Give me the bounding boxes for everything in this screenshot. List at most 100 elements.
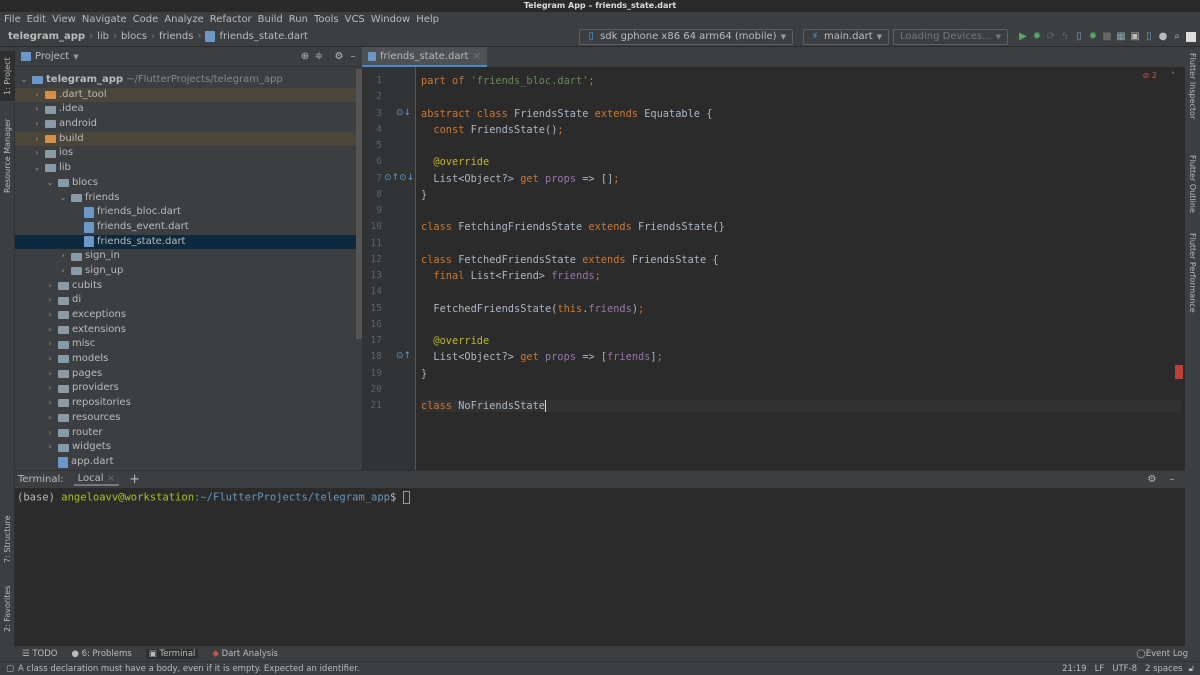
sdk-manager-icon[interactable]: ▦: [1116, 31, 1126, 42]
tab-friends-state[interactable]: friends_state.dart ×: [362, 47, 487, 67]
override-icon[interactable]: ⊙↑: [396, 351, 411, 361]
tree-item[interactable]: › pages: [15, 367, 362, 382]
tree-item[interactable]: ⌄ blocs: [15, 176, 362, 191]
chevron-down-icon[interactable]: ⌄: [58, 191, 68, 206]
tree-item[interactable]: › resources: [15, 411, 362, 426]
tab-project[interactable]: 1: Project: [0, 51, 15, 101]
tree-item[interactable]: › .idea: [15, 102, 362, 117]
chevron-right-icon[interactable]: ›: [45, 381, 55, 396]
tree-item[interactable]: › sign_in: [15, 249, 362, 264]
tree-item[interactable]: › widgets: [15, 440, 362, 455]
chevron-right-icon[interactable]: ›: [58, 264, 68, 279]
hide-icon[interactable]: –: [348, 51, 358, 62]
close-icon[interactable]: ×: [472, 51, 480, 62]
add-tab-icon[interactable]: +: [129, 472, 140, 487]
chevron-right-icon[interactable]: ›: [32, 132, 42, 147]
tree-item[interactable]: › .dart_tool: [15, 87, 362, 103]
run-icon[interactable]: ▶: [1018, 31, 1028, 42]
chevron-down-icon[interactable]: ⌄: [32, 161, 42, 176]
tree-item[interactable]: › providers: [15, 381, 362, 396]
tree-item[interactable]: app.dart: [15, 455, 362, 470]
tab-resource-manager[interactable]: Resource Manager: [0, 111, 15, 201]
chevron-right-icon[interactable]: ›: [45, 440, 55, 455]
tab-favorites[interactable]: 2: Favorites: [0, 579, 15, 639]
breadcrumb-item[interactable]: telegram_app: [8, 31, 85, 42]
tab-flutter-performance[interactable]: Flutter Performance: [1185, 233, 1200, 313]
chevron-right-icon[interactable]: ›: [45, 352, 55, 367]
code-line[interactable]: const FriendsState();: [421, 124, 563, 136]
breadcrumb-item[interactable]: blocs: [121, 31, 147, 42]
tree-item[interactable]: ⌄ telegram_app ~/FlutterProjects/telegram_…: [15, 73, 362, 88]
chevron-right-icon[interactable]: ›: [45, 411, 55, 426]
code-line[interactable]: abstract class FriendsState extends Equa…: [421, 108, 712, 120]
menu-file[interactable]: File: [4, 12, 21, 27]
chevron-right-icon[interactable]: ›: [58, 249, 68, 264]
code-line[interactable]: class NoFriendsState: [421, 400, 1181, 412]
hot-reload-icon[interactable]: ϟ: [1060, 31, 1070, 42]
tab-structure[interactable]: 7: Structure: [0, 509, 15, 569]
avatar[interactable]: [1186, 31, 1196, 42]
code-line[interactable]: class FetchingFriendsState extends Frien…: [421, 221, 725, 233]
code-line[interactable]: final List<Friend> friends;: [421, 270, 600, 282]
code-line[interactable]: }: [421, 189, 427, 201]
chevron-down-icon[interactable]: ⌄: [19, 73, 29, 88]
event-log-button[interactable]: ◯Event Log: [1136, 649, 1188, 659]
tab-local[interactable]: Local ×: [73, 473, 120, 486]
tree-item[interactable]: › extensions: [15, 323, 362, 338]
breadcrumb-item[interactable]: lib: [97, 31, 109, 42]
gear-icon[interactable]: ⚙: [1147, 474, 1157, 485]
device-selector[interactable]: ▯ sdk gphone x86 64 arm64 (mobile) ▼: [579, 28, 793, 45]
hide-icon[interactable]: –: [1167, 474, 1177, 485]
chevron-right-icon[interactable]: ›: [45, 279, 55, 294]
structure-icon[interactable]: ●: [1158, 31, 1168, 42]
chevron-right-icon[interactable]: ›: [45, 396, 55, 411]
tab-dart-analysis[interactable]: ◆ Dart Analysis: [212, 649, 278, 659]
chevron-right-icon[interactable]: ›: [45, 293, 55, 308]
menu-run[interactable]: Run: [289, 12, 308, 27]
menu-view[interactable]: View: [52, 12, 76, 27]
search-icon[interactable]: ⌕: [1172, 31, 1182, 42]
avd-manager-icon[interactable]: ▯: [1144, 31, 1154, 42]
menu-tools[interactable]: Tools: [314, 12, 339, 27]
chevron-right-icon[interactable]: ›: [32, 117, 42, 132]
tree-item[interactable]: friends_bloc.dart: [15, 205, 362, 220]
encoding[interactable]: UTF-8: [1112, 664, 1137, 674]
device-manager-icon[interactable]: ▯: [1074, 31, 1084, 42]
tree-item[interactable]: › ios: [15, 146, 362, 161]
collapse-all-icon[interactable]: ≑: [314, 51, 324, 62]
breadcrumb-item[interactable]: friends: [159, 31, 193, 42]
chevron-right-icon[interactable]: ›: [45, 426, 55, 441]
tree-item[interactable]: › di: [15, 293, 362, 308]
tab-problems[interactable]: ● 6: Problems: [71, 649, 131, 659]
debug-icon[interactable]: ✹: [1032, 31, 1042, 42]
code-line[interactable]: FetchedFriendsState(this.friends);: [421, 303, 644, 315]
line-separator[interactable]: LF: [1095, 664, 1105, 674]
gear-icon[interactable]: ⚙: [334, 51, 344, 62]
tree-item[interactable]: › build: [15, 131, 362, 147]
terminal-prompt[interactable]: (base) angeloavv@workstation:~/FlutterPr…: [15, 488, 1185, 507]
terminal-icon[interactable]: ▣: [1130, 31, 1140, 42]
tree-item[interactable]: › repositories: [15, 396, 362, 411]
menu-code[interactable]: Code: [133, 12, 159, 27]
code-line[interactable]: }: [421, 368, 427, 380]
menu-navigate[interactable]: Navigate: [82, 12, 127, 27]
chevron-right-icon[interactable]: ›: [32, 102, 42, 117]
menu-build[interactable]: Build: [258, 12, 283, 27]
locate-icon[interactable]: ⊕: [300, 51, 310, 62]
chevron-right-icon[interactable]: ›: [45, 337, 55, 352]
error-stripe-marker[interactable]: [1175, 365, 1183, 379]
devices-selector[interactable]: Loading Devices... ▼: [893, 28, 1008, 45]
run-config-selector[interactable]: ⚡ main.dart ▼: [802, 28, 890, 45]
chevron-right-icon[interactable]: ›: [45, 323, 55, 338]
menu-window[interactable]: Window: [371, 12, 410, 27]
code-line[interactable]: part of 'friends_bloc.dart';: [421, 75, 595, 87]
tab-todo[interactable]: ☰ TODO: [22, 649, 57, 659]
chevron-right-icon[interactable]: ›: [45, 308, 55, 323]
project-view-selector[interactable]: Project: [35, 51, 69, 62]
tree-item[interactable]: › android: [15, 117, 362, 132]
code-line[interactable]: List<Object?> get props => [];: [421, 173, 619, 185]
tree-item[interactable]: friends_state.dart: [15, 234, 362, 250]
tree-item[interactable]: › exceptions: [15, 308, 362, 323]
indent[interactable]: 2 spaces: [1145, 664, 1182, 674]
tab-terminal[interactable]: ▣ Terminal: [145, 648, 199, 659]
